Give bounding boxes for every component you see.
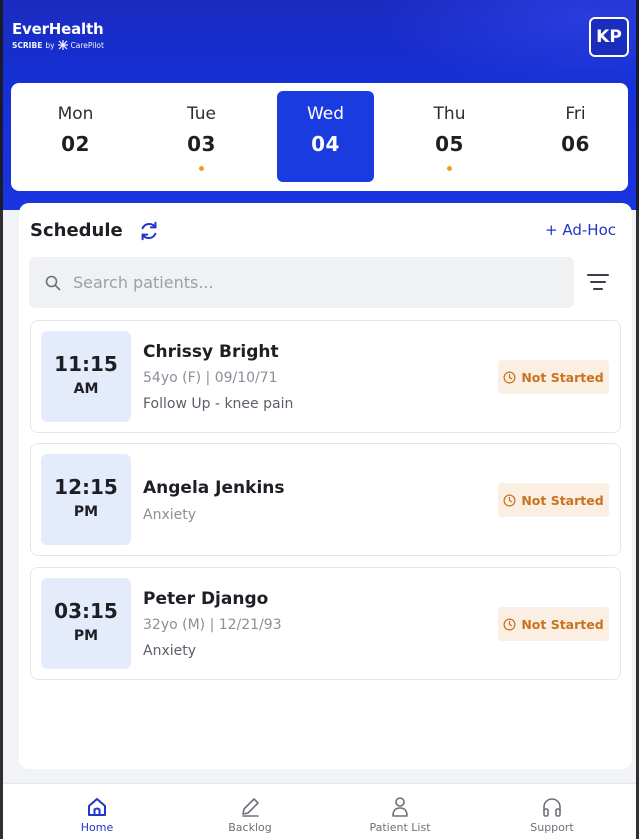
day-fri[interactable]: Fri 06 [527, 91, 624, 182]
schedule-title: Schedule [30, 220, 123, 241]
day-date: 03 [187, 132, 216, 156]
status-badge: Not Started [498, 360, 609, 394]
brand-partner: CarePilot [70, 40, 104, 50]
nav-support[interactable]: Support [497, 784, 607, 834]
day-name: Tue [186, 104, 217, 124]
day-name: Thu [433, 104, 466, 124]
day-date: 02 [61, 132, 90, 156]
appointment-time: 03:15 PM [41, 578, 131, 669]
visit-reason: Anxiety [143, 507, 197, 523]
time-ampm: PM [73, 628, 99, 644]
appointment-card[interactable]: 12:15 PM Angela Jenkins Anxiety Not Star… [30, 443, 621, 556]
day-name: Wed [306, 104, 345, 124]
patient-name: Peter Django [143, 589, 269, 609]
brand-product: SCRIBE [12, 40, 43, 50]
device-edge-left [0, 0, 3, 839]
appointment-dot [447, 166, 452, 171]
time-ampm: AM [73, 381, 99, 397]
nav-patient-list[interactable]: Patient List [345, 784, 455, 834]
brand-name: EverHealth [12, 20, 104, 38]
time-value: 03:15 [54, 599, 118, 623]
visit-reason: Follow Up - knee pain [143, 396, 294, 412]
day-date: 06 [561, 132, 590, 156]
status-label: Not Started [521, 616, 604, 632]
day-date: 05 [435, 132, 464, 156]
time-value: 11:15 [54, 352, 118, 376]
headphones-icon [543, 798, 561, 817]
clock-icon [503, 494, 516, 506]
clock-icon [503, 371, 516, 383]
nav-label: Backlog [228, 821, 272, 834]
pencil-icon [242, 798, 259, 817]
search-icon [45, 275, 61, 290]
day-thu[interactable]: Thu 05 [401, 91, 498, 182]
patient-meta: 54yo (F) | 09/10/71 [143, 370, 278, 386]
patient-meta: 32yo (M) | 12/21/93 [143, 617, 282, 633]
search-input[interactable] [73, 273, 553, 292]
brand-logo: EverHealth SCRIBE by CarePilot [12, 20, 104, 50]
day-name: Fri [565, 104, 586, 124]
avatar[interactable]: KP [589, 17, 629, 57]
appointment-time: 11:15 AM [41, 331, 131, 422]
search-bar[interactable] [29, 257, 574, 308]
filter-icon[interactable] [586, 271, 610, 293]
appointment-time: 12:15 PM [41, 454, 131, 545]
appointment-card[interactable]: 11:15 AM Chrissy Bright 54yo (F) | 09/10… [30, 320, 621, 433]
brand-subtitle: SCRIBE by CarePilot [12, 40, 104, 50]
day-name: Mon [57, 104, 94, 124]
status-label: Not Started [521, 369, 604, 385]
brand-by: by [45, 40, 55, 50]
status-label: Not Started [521, 492, 604, 508]
carepilot-icon [57, 40, 68, 50]
refresh-icon[interactable] [138, 220, 160, 242]
clock-icon [503, 618, 516, 630]
day-date: 04 [311, 132, 340, 156]
patient-name: Angela Jenkins [143, 478, 285, 498]
adhoc-button[interactable]: + Ad-Hoc [545, 221, 616, 239]
patient-name: Chrissy Bright [143, 342, 279, 362]
day-mon[interactable]: Mon 02 [27, 91, 124, 182]
appointment-dot [199, 166, 204, 171]
nav-label: Patient List [369, 821, 431, 834]
person-icon [392, 797, 408, 817]
schedule-panel: Schedule + Ad-Hoc 11:15 AM Chrissy Brigh… [19, 203, 632, 769]
home-icon [88, 798, 106, 816]
time-value: 12:15 [54, 475, 118, 499]
nav-backlog[interactable]: Backlog [195, 784, 305, 834]
nav-label: Support [530, 821, 574, 834]
time-ampm: PM [73, 504, 99, 520]
appointment-card[interactable]: 03:15 PM Peter Django 32yo (M) | 12/21/9… [30, 567, 621, 680]
status-badge: Not Started [498, 607, 609, 641]
nav-home[interactable]: Home [42, 784, 152, 834]
day-wed[interactable]: Wed 04 [277, 91, 374, 182]
week-date-strip: Mon 02 Tue 03 Wed 04 Thu 05 Fri 06 [11, 83, 628, 191]
nav-label: Home [80, 821, 114, 834]
status-badge: Not Started [498, 483, 609, 517]
day-tue[interactable]: Tue 03 [153, 91, 250, 182]
visit-reason: Anxiety [143, 643, 197, 659]
bottom-nav: Home Backlog Patient List Support [0, 783, 639, 839]
